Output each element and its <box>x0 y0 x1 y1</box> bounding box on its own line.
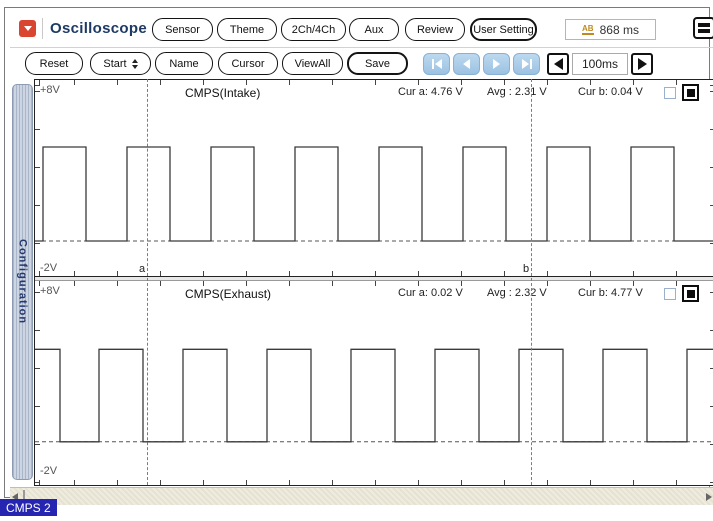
checkbox-checked-mark <box>686 289 695 298</box>
channel-2-cursor-b-value: Cur b: 4.77 V <box>578 287 643 299</box>
configuration-panel-label: Configuration <box>16 239 29 325</box>
theme-button[interactable]: Theme <box>217 18 277 41</box>
app-title: Oscilloscope <box>50 20 147 37</box>
cursor-button[interactable]: Cursor <box>218 52 278 75</box>
next-icon <box>493 59 500 69</box>
channel-1-option-checkbox[interactable] <box>664 87 676 99</box>
channel-2-option-checkbox[interactable] <box>664 288 676 300</box>
channel-2-cursor-a-value: Cur a: 0.02 V <box>398 287 463 299</box>
timebase-value-label: 100ms <box>581 57 619 71</box>
skip-end-icon <box>529 59 532 69</box>
cursor-button-label: Cursor <box>231 57 265 70</box>
list-menu-icon[interactable] <box>693 17 713 39</box>
channel-1-average-value: Avg : 2.31 V <box>487 86 547 98</box>
start-button-label: Start <box>103 57 127 70</box>
save-button-label: Save <box>364 57 391 70</box>
save-button[interactable]: Save <box>347 52 408 75</box>
timebase-increase-button[interactable] <box>631 53 653 75</box>
go-next-button[interactable] <box>483 53 510 75</box>
channel-2-x-ticks-bottom <box>35 480 713 485</box>
dropdown-arrow-icon <box>23 26 32 31</box>
timebase-decrease-button[interactable] <box>547 53 569 75</box>
titlebar-separator <box>42 18 43 39</box>
skip-start-icon <box>431 59 434 69</box>
channel-2-y-ticks-left <box>35 281 40 485</box>
channel-2-bottom-voltage-label: -2V <box>40 465 58 477</box>
go-last-button[interactable] <box>513 53 540 75</box>
channel-2-top-voltage-label: +8V <box>40 285 60 297</box>
start-spinner-icon[interactable] <box>131 58 138 69</box>
reset-button[interactable]: Reset <box>25 52 83 75</box>
sensor-button-label: Sensor <box>165 23 200 36</box>
timebase-value: 100ms <box>572 53 628 75</box>
go-previous-button[interactable] <box>453 53 480 75</box>
previous-icon <box>463 59 470 69</box>
channel-2-waveform-trace <box>35 348 713 443</box>
scrollbar-right-arrow-icon[interactable] <box>706 492 712 501</box>
aux-button-label: Aux <box>364 23 384 36</box>
channel-1-title: CMPS(Intake) <box>185 86 261 100</box>
app-menu-icon[interactable] <box>19 20 36 37</box>
time-readout: AB 868 ms <box>565 19 656 40</box>
name-button[interactable]: Name <box>155 52 213 75</box>
checkbox-checked-mark <box>686 88 695 97</box>
channel-2-average-value: Avg : 2.32 V <box>487 287 547 299</box>
viewall-button-label: ViewAll <box>294 57 331 70</box>
review-button[interactable]: Review <box>405 18 465 41</box>
right-triangle-icon <box>637 58 647 70</box>
channel-2: +8V -2V CMPS(Exhaust) Cur a: 0.02 V Avg … <box>35 281 713 485</box>
start-button[interactable]: Start <box>90 52 151 75</box>
channel-1-bottom-voltage-label: -2V <box>40 262 58 274</box>
review-button-label: Review <box>416 23 454 36</box>
horizontal-scrollbar[interactable] <box>10 487 713 505</box>
app-window: Oscilloscope Sensor Theme 2Ch/4Ch Aux Re… <box>4 7 713 505</box>
theme-button-label: Theme <box>229 23 265 36</box>
channel-mode-button[interactable]: 2Ch/4Ch <box>281 18 346 41</box>
channel-1-x-ticks-top <box>35 80 713 85</box>
cursor-b-label: b <box>522 263 531 275</box>
name-button-label: Name <box>169 57 199 70</box>
channel-mode-button-label: 2Ch/4Ch <box>291 23 336 36</box>
channel-1-waveform-trace <box>35 146 713 242</box>
sensor-button[interactable]: Sensor <box>152 18 213 41</box>
channel-2-x-ticks-top <box>35 281 713 286</box>
channel-1-cursor-b-value: Cur b: 0.04 V <box>578 86 643 98</box>
channel-1-enable-checkbox[interactable] <box>682 84 699 101</box>
go-first-button[interactable] <box>423 53 450 75</box>
cursor-b-line[interactable] <box>531 79 532 485</box>
channel-1-y-ticks-left <box>35 80 40 276</box>
cursor-a-label: a <box>138 263 147 275</box>
user-setting-button[interactable]: User Setting <box>470 18 537 41</box>
aux-button[interactable]: Aux <box>349 18 399 41</box>
scope-plot-area: +8V -2V CMPS(Intake) Cur a: 4.76 V Avg :… <box>34 79 713 486</box>
cursor-a-line[interactable] <box>147 79 148 485</box>
channel-1-top-voltage-label: +8V <box>40 84 60 96</box>
status-badge: CMPS 2 <box>0 499 57 516</box>
toolbar-divider <box>10 47 713 48</box>
reset-button-label: Reset <box>39 57 69 70</box>
user-setting-button-label: User Setting <box>473 23 534 36</box>
ab-cursor-time-icon: AB <box>582 24 594 35</box>
viewall-button[interactable]: ViewAll <box>282 52 343 75</box>
time-readout-value: 868 ms <box>599 22 639 37</box>
channel-1-cursor-a-value: Cur a: 4.76 V <box>398 86 463 98</box>
channel-1-x-ticks-bottom <box>35 271 713 276</box>
channel-2-enable-checkbox[interactable] <box>682 285 699 302</box>
channel-1: +8V -2V CMPS(Intake) Cur a: 4.76 V Avg :… <box>35 80 713 277</box>
configuration-panel-tab[interactable]: Configuration <box>12 84 33 480</box>
channel-2-title: CMPS(Exhaust) <box>185 287 272 301</box>
left-triangle-icon <box>553 58 563 70</box>
